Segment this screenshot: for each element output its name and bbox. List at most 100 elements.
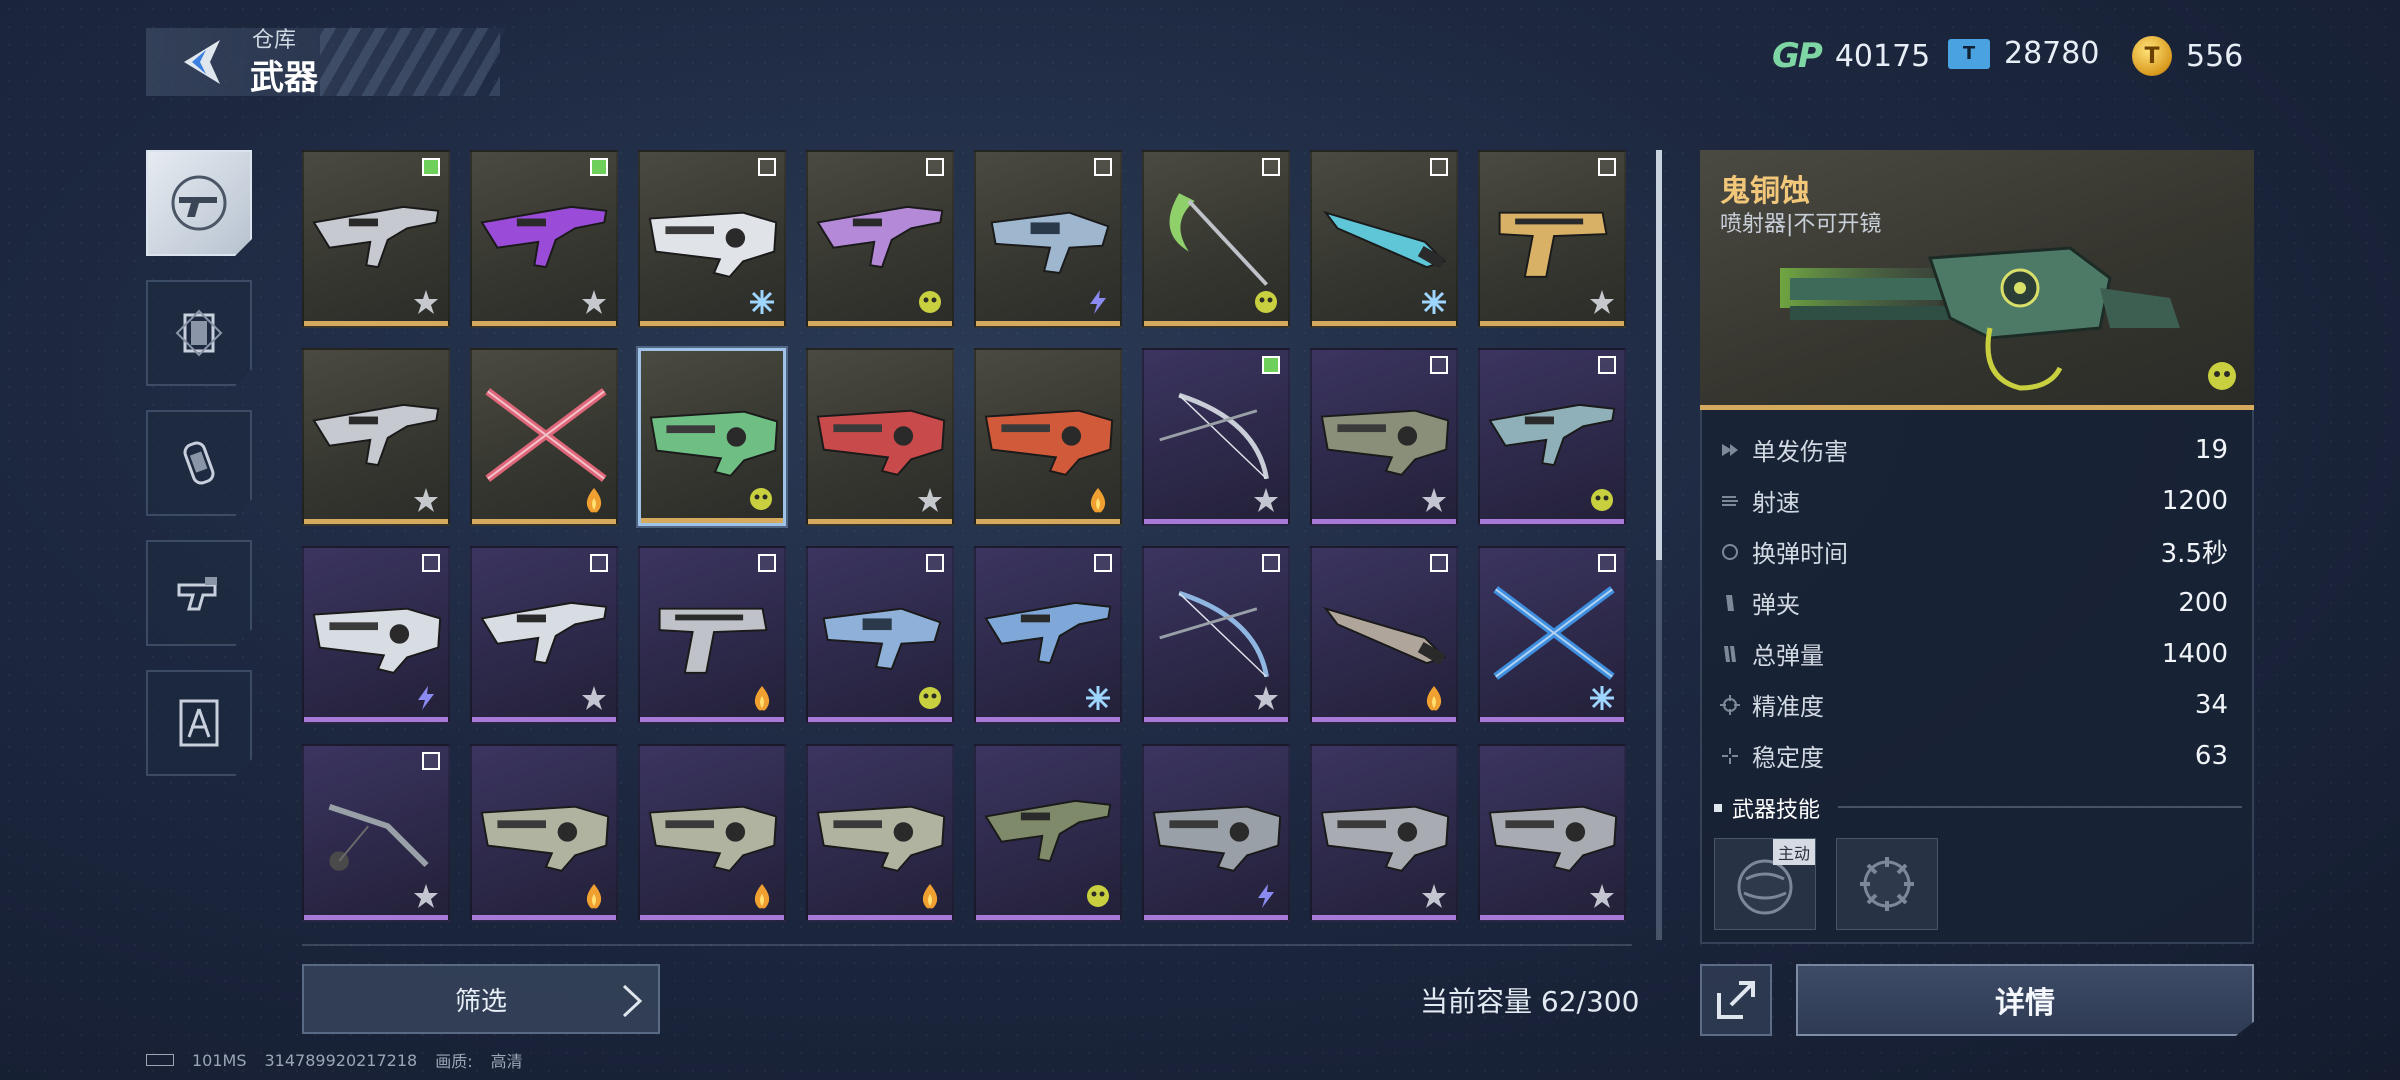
stat-row: 总弹量 1400 (1712, 628, 2242, 679)
select-checkbox[interactable] (1262, 356, 1280, 374)
select-checkbox[interactable] (926, 554, 944, 572)
select-checkbox[interactable] (590, 158, 608, 176)
weapon-card[interactable] (1310, 744, 1458, 922)
filter-button[interactable]: 筛选 (302, 964, 660, 1034)
weapon-image (1488, 403, 1616, 467)
select-checkbox[interactable] (422, 554, 440, 572)
toxic-element-icon (919, 291, 941, 313)
rarity-bar (1480, 915, 1624, 920)
star-element-icon (1590, 884, 1614, 908)
weapon-card[interactable] (302, 546, 450, 724)
weapon-card[interactable] (470, 744, 618, 922)
back-button[interactable] (170, 30, 228, 94)
rarity-bar (304, 321, 448, 326)
weapon-card[interactable] (1310, 150, 1458, 328)
select-checkbox[interactable] (422, 752, 440, 770)
magazine-icon (1726, 594, 1734, 611)
weapon-card[interactable] (638, 348, 786, 526)
rarity-bar (808, 321, 952, 326)
rarity-bar (1312, 717, 1456, 722)
select-checkbox[interactable] (758, 554, 776, 572)
rarity-bar (808, 717, 952, 722)
select-checkbox[interactable] (1094, 158, 1112, 176)
select-checkbox[interactable] (422, 158, 440, 176)
weapon-grid (302, 150, 1626, 922)
weapon-card[interactable] (806, 744, 954, 922)
select-checkbox[interactable] (1430, 554, 1448, 572)
weapon-card[interactable] (1142, 546, 1290, 724)
ice-element-icon (1422, 290, 1446, 314)
weapon-card[interactable] (1142, 150, 1290, 328)
currency-coin[interactable]: T 556 (2132, 36, 2243, 76)
rarity-bar (1144, 915, 1288, 920)
weapon-card[interactable] (1142, 348, 1290, 526)
star-element-icon (414, 884, 438, 908)
details-button-label: 详情 (1995, 986, 2055, 1021)
toxic-element-icon (2208, 362, 2236, 390)
weapon-card[interactable] (1478, 744, 1626, 922)
category-tab-weapons[interactable] (146, 150, 252, 256)
toxic-element-icon (919, 687, 941, 709)
rarity-bar (808, 519, 952, 524)
weapon-card[interactable] (974, 348, 1122, 526)
weapon-card[interactable] (974, 546, 1122, 724)
currency-coin-value: 556 (2186, 38, 2244, 74)
stat-label: 射速 (1752, 489, 1800, 517)
weapon-card[interactable] (806, 546, 954, 724)
category-tab-blueprint[interactable] (146, 670, 252, 776)
select-checkbox[interactable] (758, 158, 776, 176)
weapon-image (1169, 193, 1268, 286)
weapon-card[interactable] (806, 348, 954, 526)
stat-label: 单发伤害 (1752, 438, 1848, 466)
gear-skill-icon (1860, 857, 1914, 911)
currency-gp[interactable]: GP 40175 (1772, 36, 1930, 76)
weapon-stats: 单发伤害 19 射速 1200 换弹时间 3.5秒 弹夹 200 总弹量 140… (1712, 424, 2242, 781)
chevron-right-icon (622, 984, 643, 1018)
weapon-card[interactable] (806, 150, 954, 328)
select-checkbox[interactable] (1430, 158, 1448, 176)
select-checkbox[interactable] (1598, 356, 1616, 374)
weapon-card[interactable] (1478, 348, 1626, 526)
details-button[interactable]: 详情 (1796, 964, 2254, 1036)
weapon-card[interactable] (302, 150, 450, 328)
reload-icon (1722, 543, 1738, 560)
rarity-bar (1312, 519, 1456, 524)
select-checkbox[interactable] (1262, 554, 1280, 572)
weapon-card[interactable] (470, 348, 618, 526)
weapon-card[interactable] (974, 744, 1122, 922)
category-tab-armor[interactable] (146, 280, 252, 386)
select-checkbox[interactable] (1430, 356, 1448, 374)
category-tab-grenade[interactable] (146, 410, 252, 516)
weapon-card[interactable] (470, 150, 618, 328)
select-checkbox[interactable] (1598, 158, 1616, 176)
weapon-card[interactable] (302, 348, 450, 526)
weapon-card[interactable] (638, 744, 786, 922)
rarity-bar (976, 915, 1120, 920)
weapon-card[interactable] (1310, 348, 1458, 526)
select-checkbox[interactable] (1094, 554, 1112, 572)
currency-ticket[interactable]: T 28780 (1948, 36, 2099, 71)
select-checkbox[interactable] (1598, 554, 1616, 572)
weapon-card[interactable] (470, 546, 618, 724)
weapon-card[interactable] (302, 744, 450, 922)
weapon-preview-image (1780, 246, 2180, 391)
skill-active[interactable]: 主动 (1714, 838, 1816, 930)
weapon-card[interactable] (1142, 744, 1290, 922)
category-tab-gadget[interactable] (146, 540, 252, 646)
weapon-card[interactable] (1478, 546, 1626, 724)
weapon-card[interactable] (638, 546, 786, 724)
weapon-card[interactable] (974, 150, 1122, 328)
weapon-card[interactable] (1310, 546, 1458, 724)
skill-passive[interactable] (1836, 838, 1938, 930)
weapon-card[interactable] (1478, 150, 1626, 328)
share-button[interactable] (1700, 964, 1772, 1036)
stat-label: 总弹量 (1752, 642, 1824, 670)
stat-value: 3.5秒 (2160, 539, 2228, 569)
weapon-image (328, 803, 429, 871)
select-checkbox[interactable] (1262, 158, 1280, 176)
stat-row: 换弹时间 3.5秒 (1712, 526, 2242, 577)
select-checkbox[interactable] (590, 554, 608, 572)
select-checkbox[interactable] (926, 158, 944, 176)
grid-scroll-thumb[interactable] (1656, 150, 1662, 560)
weapon-card[interactable] (638, 150, 786, 328)
